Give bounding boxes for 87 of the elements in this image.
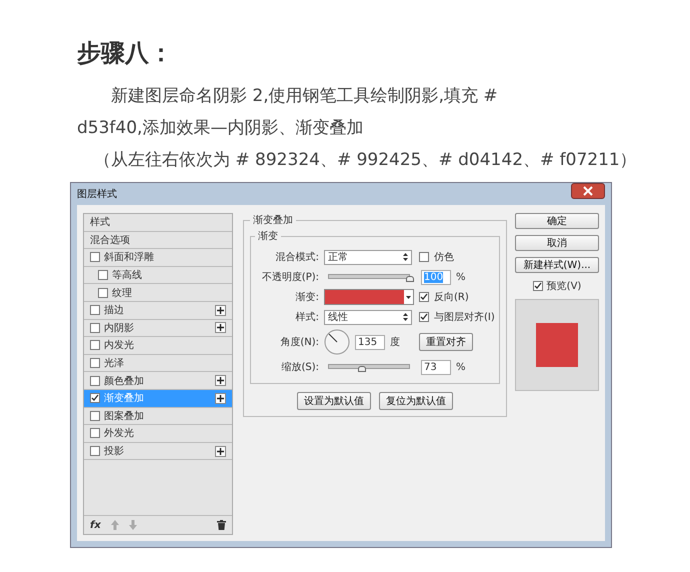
slider-thumb[interactable]: [406, 276, 414, 282]
style-item[interactable]: 内发光: [84, 337, 232, 355]
checkbox[interactable]: [419, 312, 429, 322]
style-label: 纹理: [112, 286, 133, 300]
style-item[interactable]: 等高线: [84, 266, 232, 284]
checkbox-label: 与图层对齐(I): [434, 310, 495, 324]
paragraph: 新建图层命名阴影 2,使用钢笔工具绘制阴影,填充 # d53f40,添加效果—内阴影、渐变叠加: [77, 85, 499, 140]
style-label: 颜色叠加: [104, 374, 145, 388]
checkbox[interactable]: [90, 393, 100, 404]
add-icon[interactable]: [215, 446, 226, 457]
dialog-button[interactable]: 新建样式(W)...: [515, 257, 599, 273]
field-label: 角度(N):: [279, 336, 319, 349]
spinner-icon: [403, 313, 408, 321]
style-label: 光泽: [104, 356, 125, 370]
checkbox[interactable]: [90, 446, 100, 456]
style-label: 投影: [104, 444, 125, 458]
trash-icon[interactable]: [217, 520, 226, 530]
dialog-button[interactable]: 确定: [515, 213, 599, 229]
style-label: 外发光: [104, 426, 135, 440]
style-item[interactable]: 内阴影: [84, 320, 232, 338]
style-item[interactable]: 光泽: [84, 354, 232, 372]
style-label: 描边: [104, 304, 125, 318]
checkbox[interactable]: [90, 252, 100, 262]
group-title: 渐变叠加: [252, 214, 294, 227]
blend-mode-dropdown[interactable]: 正常: [324, 250, 412, 264]
angle-field[interactable]: 135: [355, 334, 385, 350]
field-label: 不透明度(P):: [260, 270, 319, 284]
field-label: 混合模式:: [274, 250, 319, 264]
style-item[interactable]: 斜面和浮雕: [84, 249, 232, 267]
style-item[interactable]: 纹理: [84, 284, 232, 302]
checkbox[interactable]: [90, 428, 100, 438]
style-label: 图案叠加: [104, 410, 145, 423]
close-button[interactable]: [571, 183, 605, 199]
field-label: 缩放(S):: [280, 360, 319, 374]
checkbox[interactable]: [532, 281, 543, 291]
style-item[interactable]: 图案叠加: [84, 408, 232, 426]
unit-label: %: [456, 362, 466, 372]
style-item[interactable]: 样式: [84, 214, 232, 232]
checkbox[interactable]: [90, 410, 100, 421]
checkbox[interactable]: [90, 376, 100, 386]
style-item[interactable]: 外发光: [84, 425, 232, 443]
effects-button[interactable]: fx: [90, 520, 101, 530]
field-label: 渐变:: [294, 290, 319, 304]
group-title: 渐变: [257, 230, 279, 243]
style-label: 内发光: [104, 338, 135, 352]
gradient-picker[interactable]: [324, 289, 414, 305]
checkbox[interactable]: [90, 358, 100, 368]
step-heading: 步骤八：: [77, 38, 174, 68]
spinner-icon: [403, 253, 408, 261]
close-icon: [583, 186, 593, 196]
slider-thumb[interactable]: [358, 366, 366, 372]
style-label: 渐变叠加: [104, 392, 145, 406]
checkbox-label: 仿色: [434, 251, 454, 264]
checkbox[interactable]: [419, 252, 429, 262]
style-label: 斜面和浮雕: [104, 250, 155, 264]
checkbox[interactable]: [419, 292, 429, 302]
checkbox[interactable]: [90, 322, 100, 333]
paragraph: （从左往右依次为 # 892324、# 992425、# d04142、# f07211）: [93, 149, 637, 172]
add-icon[interactable]: [215, 304, 226, 316]
default-button[interactable]: 设置为默认值: [296, 392, 371, 410]
unit-label: %: [456, 272, 466, 282]
angle-dial[interactable]: [324, 329, 350, 355]
checkbox[interactable]: [90, 340, 100, 350]
caret-icon: [406, 296, 411, 298]
add-icon[interactable]: [215, 392, 226, 404]
window-title: 图层样式: [77, 188, 117, 201]
checkbox[interactable]: [90, 305, 100, 316]
dialog-button[interactable]: 取消: [515, 235, 599, 251]
checkbox[interactable]: [98, 288, 108, 298]
default-button[interactable]: 复位为默认值: [378, 392, 453, 410]
scale-field[interactable]: 73: [421, 360, 451, 374]
add-icon[interactable]: [215, 375, 226, 386]
style-item[interactable]: 混合选项: [84, 232, 232, 250]
reset-align-button[interactable]: 重置对齐: [419, 333, 473, 351]
unit-label: 度: [390, 336, 400, 349]
style-item[interactable]: 描边: [84, 302, 232, 320]
add-icon[interactable]: [215, 322, 226, 334]
checkbox-label: 反向(R): [434, 291, 469, 304]
field-label: 样式:: [294, 310, 319, 324]
checkbox-label: 预览(V): [546, 280, 582, 293]
style-label: 样式: [90, 216, 111, 230]
style-dropdown[interactable]: 线性: [324, 310, 412, 324]
style-item[interactable]: 投影: [84, 442, 232, 460]
checkbox[interactable]: [98, 270, 108, 280]
style-label: 内阴影: [104, 322, 135, 335]
style-label: 混合选项: [90, 234, 131, 247]
style-label: 等高线: [112, 268, 143, 282]
